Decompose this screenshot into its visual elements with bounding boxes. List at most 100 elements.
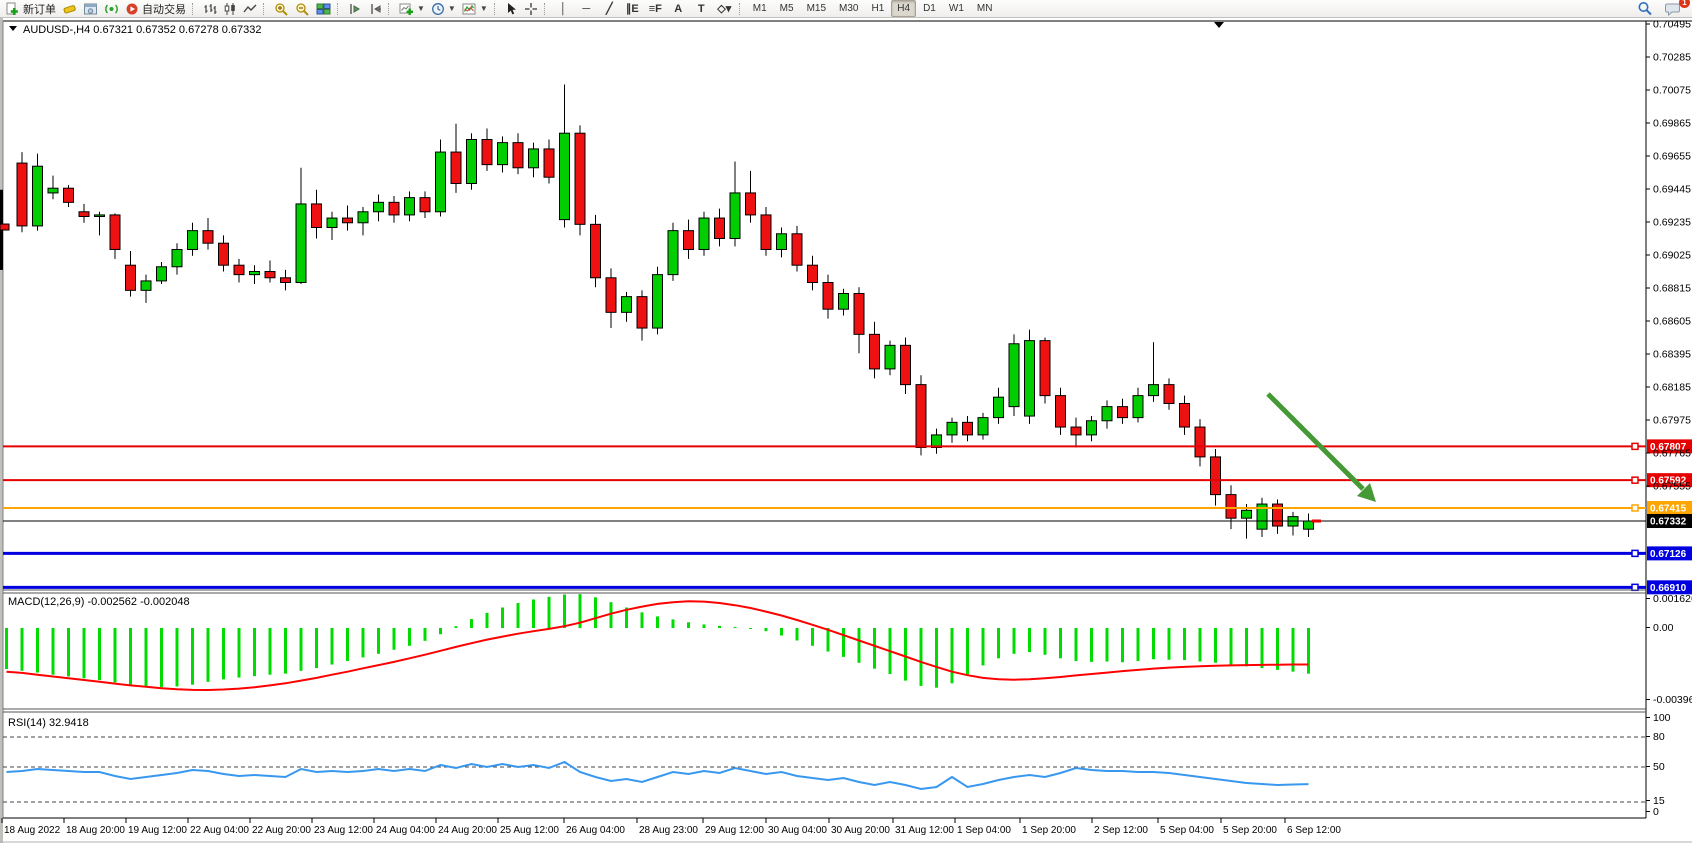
metaeditor-button[interactable] — [59, 1, 80, 17]
periods-button[interactable]: ▼ — [428, 1, 459, 17]
date-axis-label: 18 Aug 20:00 — [66, 825, 125, 836]
candle-body — [839, 293, 849, 309]
price-axis-label: 0.68395 — [1653, 349, 1691, 361]
cursor-button[interactable] — [502, 1, 521, 17]
candle-body — [1087, 421, 1097, 435]
search-icon — [1637, 1, 1653, 16]
candle-body — [265, 271, 275, 277]
trendline-button[interactable]: ╱ — [598, 0, 621, 16]
market-watch-button[interactable] — [80, 1, 101, 17]
price-line-handle[interactable] — [1632, 505, 1638, 511]
crosshair-button[interactable] — [521, 1, 541, 17]
timeframe-button-m5[interactable]: M5 — [774, 0, 800, 17]
autotrading-button[interactable]: 自动交易 — [122, 1, 189, 17]
date-axis-label: 23 Aug 12:00 — [314, 825, 373, 836]
macd-histogram-bar — [1261, 628, 1264, 668]
crosshair-icon — [524, 2, 538, 16]
candle-body — [374, 202, 384, 211]
candle-body — [141, 281, 151, 290]
macd-histogram-bar — [951, 628, 954, 683]
macd-histogram-bar — [827, 628, 830, 652]
candle-body — [467, 139, 477, 183]
zoom-in-button[interactable] — [271, 1, 292, 17]
label-button[interactable]: T — [690, 1, 713, 17]
candlestick-chart-button[interactable] — [220, 1, 240, 17]
candle-body — [188, 231, 198, 250]
price-line-handle[interactable] — [1632, 550, 1638, 556]
shapes-button[interactable]: ◇▾ — [713, 0, 736, 16]
macd-histogram-bar — [997, 628, 1000, 658]
macd-histogram-bar — [176, 628, 179, 686]
chat-button[interactable]: 1 — [1662, 1, 1684, 17]
date-axis-label: 18 Aug 2022 — [4, 825, 61, 836]
tile-windows-button[interactable] — [313, 1, 334, 17]
fibonacci-button[interactable]: ≡F — [644, 1, 667, 17]
bar-chart-button[interactable] — [200, 1, 220, 17]
timeframe-button-m30[interactable]: M30 — [833, 0, 864, 17]
text-button[interactable]: A — [667, 1, 690, 17]
templates-button[interactable]: ▼ — [459, 1, 491, 17]
price-line-handle[interactable] — [1632, 443, 1638, 449]
macd-histogram-bar — [145, 628, 148, 687]
date-axis-label: 1 Sep 20:00 — [1022, 825, 1076, 836]
price-line-label: 0.67126 — [1650, 549, 1687, 560]
macd-histogram-bar — [362, 628, 365, 657]
timeframe-button-m1[interactable]: M1 — [747, 0, 773, 17]
search-button[interactable] — [1634, 1, 1656, 17]
indicators-button[interactable]: ▼ — [396, 1, 428, 17]
chart-background — [0, 18, 1692, 843]
macd-histogram-bar — [1044, 628, 1047, 655]
candle-body — [126, 265, 136, 290]
candle-body — [1242, 510, 1252, 518]
macd-histogram-bar — [594, 597, 597, 628]
macd-histogram-bar — [610, 602, 613, 628]
price-axis-label: 0.69025 — [1653, 250, 1691, 262]
price-line-label: 0.67415 — [1650, 503, 1687, 514]
chart-shift-button[interactable] — [365, 1, 385, 17]
macd-histogram-bar — [1199, 628, 1202, 662]
timeframe-button-h4[interactable]: H4 — [891, 0, 916, 17]
notification-badge: 1 — [1679, 0, 1690, 8]
macd-histogram-bar — [734, 627, 737, 628]
candle-body — [358, 212, 368, 223]
timeframe-button-d1[interactable]: D1 — [917, 0, 942, 17]
macd-histogram-bar — [67, 628, 70, 676]
signals-button[interactable] — [101, 1, 122, 17]
price-axis-label: 0.69445 — [1653, 184, 1691, 196]
timeframe-button-m15[interactable]: M15 — [801, 0, 832, 17]
timeframe-button-h1[interactable]: H1 — [865, 0, 890, 17]
current-price-marker — [1312, 520, 1321, 523]
chevron-down-icon: ▼ — [417, 5, 425, 13]
equidistant-channel-button[interactable]: ∥E — [621, 0, 644, 16]
toolbar-separator — [337, 3, 343, 15]
chart-window[interactable]: 0.678070.675920.674150.673320.671260.669… — [0, 0, 1692, 843]
vertical-line-button[interactable]: │ — [552, 1, 575, 17]
date-axis-label: 6 Sep 12:00 — [1287, 825, 1341, 836]
candle-body — [715, 218, 725, 238]
autoscroll-button[interactable] — [345, 1, 365, 17]
candle-body — [312, 204, 322, 228]
date-axis-label: 28 Aug 23:00 — [639, 825, 698, 836]
macd-histogram-bar — [718, 626, 721, 628]
price-line-handle[interactable] — [1632, 584, 1638, 590]
macd-histogram-bar — [408, 628, 411, 646]
candle-body — [575, 133, 585, 224]
timeframe-button-mn[interactable]: MN — [971, 0, 999, 17]
candle-body — [110, 215, 120, 250]
macd-axis-label: -0.003961 — [1653, 694, 1692, 706]
price-line-handle[interactable] — [1632, 477, 1638, 483]
line-chart-button[interactable] — [240, 1, 260, 17]
zoom-out-button[interactable] — [292, 1, 313, 17]
horizontal-line-button[interactable]: ─ — [575, 1, 598, 17]
timeframe-button-w1[interactable]: W1 — [943, 0, 970, 17]
macd-histogram-bar — [641, 612, 644, 628]
macd-histogram-bar — [424, 628, 427, 641]
candle-body — [234, 265, 244, 274]
macd-histogram-bar — [377, 628, 380, 654]
chart-canvas[interactable]: 0.678070.675920.674150.673320.671260.669… — [0, 0, 1692, 843]
candlestick-chart-icon — [223, 2, 237, 16]
date-axis-label: 1 Sep 04:00 — [957, 825, 1011, 836]
new-order-button[interactable]: 新订单 — [3, 1, 59, 17]
metaeditor-icon — [62, 2, 77, 16]
drawing-tools-group: │─╱∥E≡FAT◇▾ — [552, 0, 736, 17]
